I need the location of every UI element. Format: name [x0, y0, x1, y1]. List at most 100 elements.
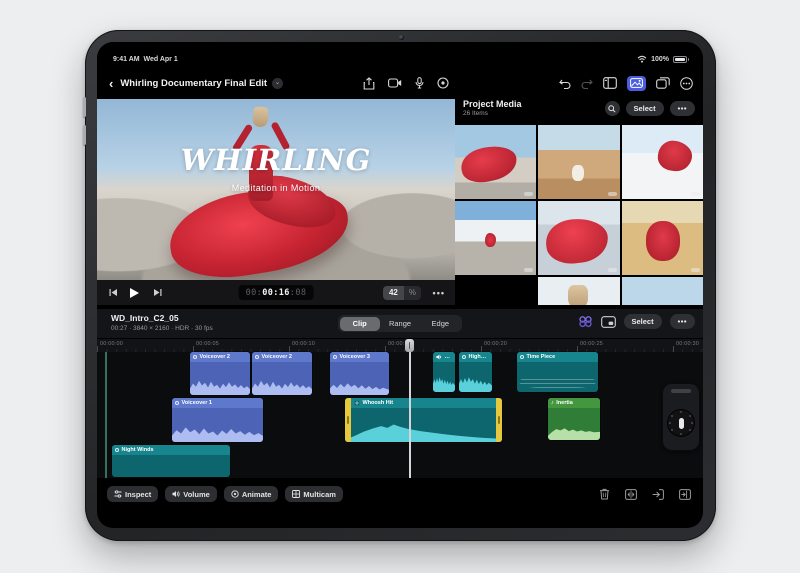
speaker-icon: [172, 490, 180, 498]
timeline-start-line: [105, 352, 107, 478]
volume-up-button: [83, 97, 86, 117]
viewer-more-icon[interactable]: •••: [433, 288, 445, 298]
inspector-icon: [114, 490, 122, 498]
page: 9:41 AM Wed Apr 1 100% ‹ Whirling Docume…: [0, 0, 800, 573]
capture-icon[interactable]: [437, 77, 449, 89]
play-button[interactable]: [130, 288, 139, 298]
animate-button[interactable]: Animate: [224, 486, 279, 502]
viewer-zoom-control[interactable]: 42%: [383, 286, 421, 300]
tab-edge[interactable]: Edge: [420, 317, 460, 331]
trim-handle-right[interactable]: [496, 398, 502, 442]
volume-button[interactable]: Volume: [165, 486, 217, 502]
media-browser-header: Project Media 26 Items Select •••: [463, 99, 703, 123]
timeline-clip-audio-small[interactable]: …: [433, 352, 455, 392]
media-thumbnail[interactable]: [538, 201, 619, 275]
clip-label: High…: [469, 354, 487, 360]
media-thumbnail[interactable]: [538, 125, 619, 199]
split-clip-icon[interactable]: [625, 489, 637, 500]
media-thumbnail[interactable]: [622, 277, 703, 305]
multitask-layers-icon[interactable]: [656, 77, 670, 89]
mic-icon: [115, 448, 119, 452]
undo-icon[interactable]: [559, 78, 571, 89]
picture-in-picture-icon[interactable]: [601, 316, 616, 328]
ipad-device: 9:41 AM Wed Apr 1 100% ‹ Whirling Docume…: [85, 30, 716, 541]
connections-icon[interactable]: [578, 315, 593, 328]
insert-clip-icon[interactable]: [652, 489, 664, 500]
viewer-canvas[interactable]: WHIRLING Meditation in Motion: [97, 99, 455, 280]
mic-icon: [520, 355, 524, 359]
whoosh-icon: [354, 400, 360, 406]
clip-label: Whoosh Hit: [363, 400, 394, 406]
search-icon[interactable]: [605, 101, 620, 116]
jog-wheel-grip[interactable]: [671, 389, 691, 393]
media-thumbnail[interactable]: [455, 277, 536, 305]
trash-icon[interactable]: [599, 488, 610, 500]
timeline-select-button[interactable]: Select: [624, 314, 662, 329]
timeline-more-button[interactable]: •••: [670, 314, 695, 329]
clip-label: Time Piece: [527, 354, 556, 360]
status-bar: 9:41 AM Wed Apr 1 100%: [97, 52, 703, 66]
battery-icon: [673, 56, 687, 63]
selection-mode-segmented-control: Clip Range Edge: [338, 315, 462, 332]
timeline-clip-high[interactable]: High…: [459, 352, 492, 392]
share-icon[interactable]: [363, 77, 375, 90]
inspect-button[interactable]: Inspect: [107, 486, 158, 502]
timeline-clip-inertia[interactable]: ♪Inertia: [548, 398, 600, 440]
multicam-grid-icon: [292, 490, 300, 498]
back-chevron-icon[interactable]: ‹: [109, 77, 113, 90]
browser-select-button[interactable]: Select: [626, 101, 664, 116]
browser-more-button[interactable]: •••: [670, 101, 695, 116]
timecode-display[interactable]: 00:00:16:08: [239, 285, 314, 300]
ruler-label: 00:00:10: [292, 341, 315, 347]
front-camera: [399, 35, 404, 40]
battery-percent: 100%: [651, 56, 669, 63]
keyframe-icon: [231, 490, 239, 498]
timeline-lanes[interactable]: Voiceover 2 Voiceover 2 Voiceover 3 … Hi…: [97, 352, 703, 478]
microphone-icon[interactable]: [415, 77, 424, 89]
tab-range[interactable]: Range: [380, 317, 420, 331]
status-date: Wed Apr 1: [143, 56, 177, 63]
skip-back-icon[interactable]: [109, 288, 118, 297]
playhead[interactable]: [409, 339, 411, 478]
transport-bar: 00:00:16:08 42% •••: [97, 280, 455, 305]
title-dropdown-icon[interactable]: ⌄: [272, 78, 283, 89]
timeline-clip-voiceover3[interactable]: Voiceover 3: [330, 352, 389, 395]
timeline-ruler[interactable]: 00:00:00 00:00:05 00:00:10 00:00:15 00:0…: [97, 339, 703, 352]
top-toolbar: ‹ Whirling Documentary Final Edit ⌄: [97, 70, 703, 96]
clip-label: …: [445, 354, 451, 360]
skip-forward-icon[interactable]: [153, 288, 162, 297]
timeline-clip-whoosh-hit-selected[interactable]: Whoosh Hit: [345, 398, 502, 442]
trim-handle-left[interactable]: [345, 398, 351, 442]
button-label: Animate: [242, 490, 272, 499]
timeline-clip-time-piece[interactable]: Time Piece: [517, 352, 598, 392]
browser-panel-icon[interactable]: [603, 77, 617, 89]
more-options-icon[interactable]: [680, 77, 693, 90]
ruler-label: 00:00:30: [676, 341, 699, 347]
mic-icon: [333, 355, 337, 359]
tab-clip[interactable]: Clip: [340, 317, 380, 331]
overwrite-clip-icon[interactable]: [679, 489, 691, 500]
mic-icon: [255, 355, 259, 359]
redo-icon[interactable]: [581, 78, 593, 89]
multicam-button[interactable]: Multicam: [285, 486, 343, 502]
timeline-clip-voiceover2b[interactable]: Voiceover 2: [252, 352, 312, 395]
media-browser-icon-active[interactable]: [627, 76, 646, 91]
timeline-clip-night-winds[interactable]: Night Winds: [112, 445, 230, 477]
status-time-date: 9:41 AM Wed Apr 1: [113, 56, 178, 63]
project-title[interactable]: Whirling Documentary Final Edit: [120, 78, 267, 89]
timeline-clip-voiceover1[interactable]: Voiceover 1: [172, 398, 263, 442]
media-thumbnail[interactable]: [622, 125, 703, 199]
media-thumbnail[interactable]: [455, 125, 536, 199]
jog-wheel[interactable]: [662, 383, 700, 451]
speaker-icon: [436, 354, 442, 360]
timeline-clip-voiceover2a[interactable]: Voiceover 2: [190, 352, 250, 395]
media-thumbnail[interactable]: [455, 201, 536, 275]
media-thumbnail[interactable]: [538, 277, 619, 305]
timecode-main: 00:16: [262, 288, 290, 298]
playhead-handle[interactable]: [405, 339, 414, 352]
wifi-icon: [637, 55, 647, 63]
media-thumbnail[interactable]: [622, 201, 703, 275]
clip-label: Voiceover 1: [182, 400, 212, 406]
jog-wheel-dial[interactable]: [668, 410, 694, 436]
camera-icon[interactable]: [388, 78, 402, 88]
